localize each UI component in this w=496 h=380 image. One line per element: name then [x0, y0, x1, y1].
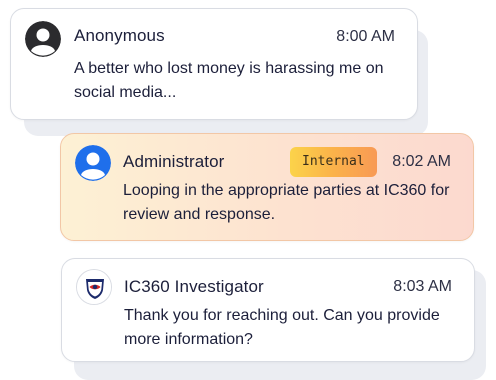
message-card-investigator: IC360 Investigator 8:03 AM Thank you for…	[61, 258, 475, 362]
message-card-administrator: Administrator Internal 8:02 AM Looping i…	[60, 133, 474, 241]
avatar	[76, 269, 112, 305]
author-name: Administrator	[123, 152, 225, 171]
user-silhouette-icon	[25, 21, 61, 57]
timestamp: 8:03 AM	[393, 278, 452, 295]
avatar	[25, 21, 61, 57]
message-text: Looping in the appropriate parties at IC…	[123, 182, 450, 223]
ic360-shield-logo-icon	[77, 270, 111, 304]
message-text: Thank you for reaching out. Can you prov…	[124, 307, 440, 348]
internal-badge: Internal	[290, 147, 377, 177]
timestamp: 8:02 AM	[392, 153, 451, 170]
author-name: Anonymous	[74, 26, 165, 45]
avatar	[75, 145, 111, 181]
message-text: A better who lost money is harassing me …	[74, 60, 384, 101]
message-card-anonymous: Anonymous 8:00 AM A better who lost mone…	[10, 8, 418, 120]
timestamp: 8:00 AM	[336, 28, 395, 45]
author-name: IC360 Investigator	[124, 277, 264, 296]
user-silhouette-icon	[75, 145, 111, 181]
